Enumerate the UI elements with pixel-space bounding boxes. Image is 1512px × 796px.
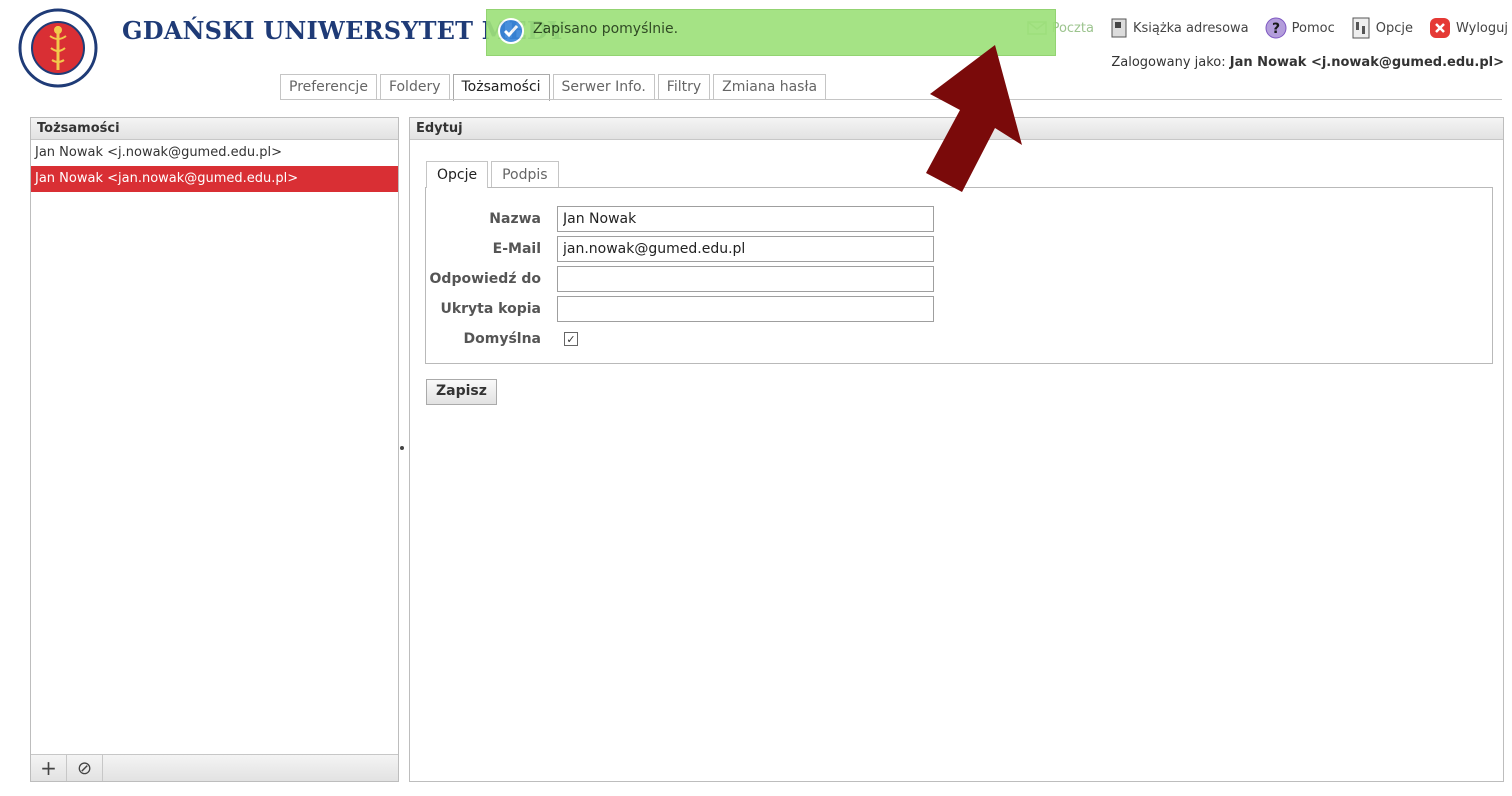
- bcc-field[interactable]: [557, 296, 934, 322]
- nav-help[interactable]: ? Pomoc: [1265, 17, 1335, 39]
- help-icon: ?: [1265, 17, 1287, 39]
- identity-item-selected[interactable]: Jan Nowak <jan.nowak@gumed.edu.pl>: [31, 166, 398, 192]
- row-email: E-Mail: [426, 236, 934, 262]
- nav-mail-label: Poczta: [1051, 20, 1094, 36]
- logout-icon: [1430, 18, 1450, 38]
- tab-change-password[interactable]: Zmiana hasła: [713, 74, 827, 100]
- identities-panel: Tożsamości Jan Nowak <j.nowak@gumed.edu.…: [30, 117, 399, 782]
- logged-in-prefix: Zalogowany jako:: [1111, 55, 1226, 70]
- tab-folders[interactable]: Foldery: [379, 74, 450, 100]
- nav-logout[interactable]: Wyloguj: [1429, 17, 1508, 39]
- email-label: E-Mail: [492, 241, 541, 257]
- reply-to-field[interactable]: [557, 266, 934, 292]
- row-name: Nazwa: [426, 206, 934, 232]
- edit-panel: Edytuj Opcje Podpis Nazwa E-Mail Odpowie…: [409, 117, 1504, 782]
- tab-divider: [280, 99, 1502, 100]
- tab-preferences[interactable]: Preferencje: [280, 74, 377, 100]
- nav-logout-label: Wyloguj: [1456, 20, 1508, 36]
- row-default: Domyślna ✓: [426, 326, 578, 352]
- university-logo: [18, 8, 98, 88]
- panel-splitter[interactable]: [400, 446, 404, 450]
- identity-form: Nazwa E-Mail Odpowiedź do Ukryta kopia D…: [425, 187, 1493, 364]
- email-field[interactable]: [557, 236, 934, 262]
- tab-filters[interactable]: Filtry: [657, 74, 711, 100]
- name-field[interactable]: [557, 206, 934, 232]
- address-book-icon: [1111, 18, 1127, 38]
- name-label: Nazwa: [489, 211, 541, 227]
- svg-text:?: ?: [1272, 21, 1280, 37]
- subtab-signature[interactable]: Podpis: [491, 161, 559, 187]
- default-checkbox[interactable]: ✓: [564, 332, 578, 346]
- reply-to-label: Odpowiedź do: [429, 271, 541, 287]
- identities-title: Tożsamości: [31, 118, 398, 140]
- top-nav: Poczta Książka adresowa ? Pomoc Opcje Wy…: [1011, 17, 1508, 39]
- save-button[interactable]: Zapisz: [426, 379, 497, 405]
- delete-identity-button[interactable]: ⊘: [67, 755, 103, 781]
- subtab-options[interactable]: Opcje: [426, 161, 489, 188]
- nav-address-book-label: Książka adresowa: [1132, 20, 1249, 36]
- nav-help-label: Pomoc: [1291, 20, 1335, 36]
- identity-item[interactable]: Jan Nowak <j.nowak@gumed.edu.pl>: [31, 140, 398, 166]
- options-icon: [1352, 17, 1370, 39]
- nav-address-book[interactable]: Książka adresowa: [1110, 18, 1249, 38]
- logged-in-info: Zalogowany jako: Jan Nowak <j.nowak@gume…: [1111, 55, 1504, 70]
- notification-message: Zapisano pomyślnie.: [533, 21, 679, 37]
- tab-server-info[interactable]: Serwer Info.: [552, 74, 655, 100]
- identities-footer: + ⊘: [31, 754, 398, 781]
- check-circle-icon: [498, 18, 524, 44]
- logged-in-user: Jan Nowak <j.nowak@gumed.edu.pl>: [1229, 55, 1504, 70]
- row-bcc: Ukryta kopia: [426, 296, 934, 322]
- row-reply-to: Odpowiedź do: [426, 266, 934, 292]
- edit-subtabs: Opcje Podpis: [426, 161, 562, 188]
- settings-tabs: Preferencje Foldery Tożsamości Serwer In…: [280, 74, 829, 101]
- nav-options-label: Opcje: [1375, 20, 1413, 36]
- nav-options[interactable]: Opcje: [1351, 17, 1413, 39]
- default-label: Domyślna: [463, 331, 542, 347]
- annotation-arrow: [926, 45, 1022, 192]
- bcc-label: Ukryta kopia: [440, 301, 541, 317]
- add-identity-button[interactable]: +: [31, 755, 67, 781]
- tab-identities[interactable]: Tożsamości: [452, 74, 550, 101]
